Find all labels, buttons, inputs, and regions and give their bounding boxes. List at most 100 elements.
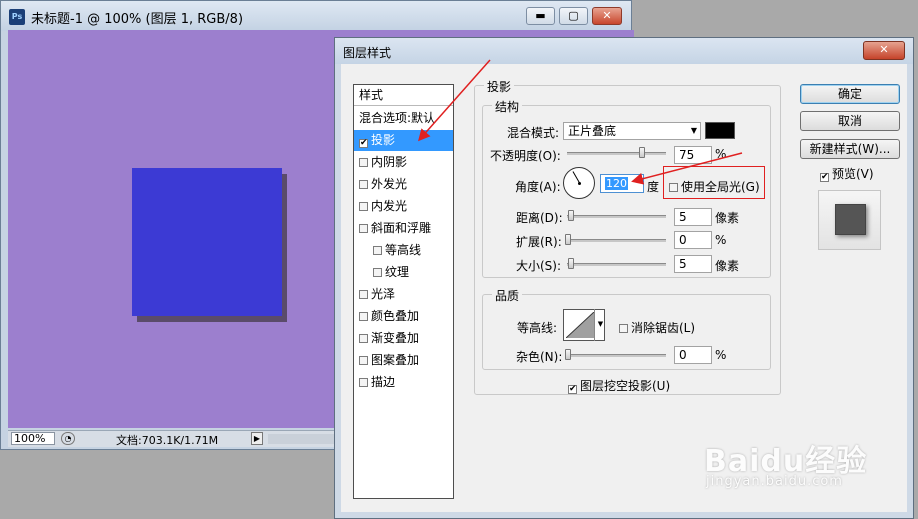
style-item-inner-shadow[interactable]: 内阴影 xyxy=(354,152,453,173)
contour-dropdown-chevron-icon[interactable]: ▼ xyxy=(594,309,606,341)
style-checkbox[interactable] xyxy=(359,180,368,189)
knockout-label: 图层挖空投影(U) xyxy=(580,379,671,393)
knockout-checkbox[interactable]: ✔ xyxy=(568,385,577,394)
shadow-color-swatch[interactable] xyxy=(705,122,735,139)
style-item-inner-glow[interactable]: 内发光 xyxy=(354,196,453,217)
style-item-label: 颜色叠加 xyxy=(371,309,420,323)
antialias-label: 消除锯齿(L) xyxy=(631,321,696,335)
style-item-label: 光泽 xyxy=(371,287,396,301)
style-item-label: 内阴影 xyxy=(371,155,408,169)
noise-label: 杂色(N): xyxy=(516,350,563,364)
style-preview-thumbnail xyxy=(818,190,881,250)
style-item-label: 内发光 xyxy=(371,199,408,213)
style-item-pattern-overlay[interactable]: 图案叠加 xyxy=(354,350,453,371)
close-button[interactable]: ✕ xyxy=(592,7,622,25)
highlight-box xyxy=(663,166,765,199)
style-item-label: 纹理 xyxy=(385,265,410,279)
angle-label: 角度(A): xyxy=(515,180,561,194)
style-checkbox[interactable] xyxy=(359,224,368,233)
size-unit: 像素 xyxy=(715,259,740,273)
spread-input[interactable]: 0 xyxy=(674,231,712,249)
preview-label: 预览(V) xyxy=(832,167,874,181)
blend-mode-value: 正片叠底 xyxy=(568,124,617,138)
new-style-button[interactable]: 新建样式(W)... xyxy=(800,139,900,159)
document-title: 未标题-1 @ 100% (图层 1, RGB/8) xyxy=(31,12,244,27)
status-info-icon[interactable]: ◔ xyxy=(61,432,75,445)
opacity-slider[interactable] xyxy=(567,152,666,155)
horizontal-scrollbar[interactable] xyxy=(268,434,338,444)
style-item-satin[interactable]: 光泽 xyxy=(354,284,453,305)
angle-input[interactable]: 120 xyxy=(600,174,644,193)
distance-unit: 像素 xyxy=(715,211,740,225)
noise-slider[interactable] xyxy=(567,354,666,357)
knockout-option[interactable]: ✔ 图层挖空投影(U) xyxy=(568,377,670,394)
style-checkbox[interactable] xyxy=(359,158,368,167)
style-item-label: 描边 xyxy=(371,375,396,389)
style-item-color-overlay[interactable]: 颜色叠加 xyxy=(354,306,453,327)
style-item-stroke[interactable]: 描边 xyxy=(354,372,453,393)
angle-dial[interactable] xyxy=(563,167,595,199)
styles-list: 样式 混合选项:默认 ✔ 投影 内阴影 外发光 内发光 斜面和浮雕 等高线 纹理 … xyxy=(353,84,454,499)
preview-option[interactable]: ✔ 预览(V) xyxy=(820,165,874,182)
style-item-label: 斜面和浮雕 xyxy=(371,221,432,235)
styles-list-header[interactable]: 样式 xyxy=(354,85,453,106)
opacity-slider-thumb[interactable] xyxy=(639,147,645,158)
opacity-label: 不透明度(O): xyxy=(490,149,561,163)
style-item-bevel-emboss[interactable]: 斜面和浮雕 xyxy=(354,218,453,239)
style-checkbox[interactable] xyxy=(359,312,368,321)
distance-label: 距离(D): xyxy=(516,211,563,225)
size-slider[interactable] xyxy=(567,263,666,266)
distance-slider-thumb[interactable] xyxy=(568,210,574,221)
status-menu-arrow-icon[interactable]: ▶ xyxy=(251,432,263,445)
style-checkbox[interactable] xyxy=(359,356,368,365)
dialog-close-button[interactable]: ✕ xyxy=(863,41,905,60)
blue-square-layer[interactable] xyxy=(132,168,282,316)
style-item-label: 外发光 xyxy=(371,177,408,191)
contour-curve-icon xyxy=(566,312,594,338)
blend-mode-select[interactable]: 正片叠底 ▼ xyxy=(563,122,701,140)
angle-unit: 度 xyxy=(647,180,660,194)
maximize-button[interactable]: ▢ xyxy=(559,7,588,25)
angle-dial-hub xyxy=(578,182,581,185)
style-item-texture[interactable]: 纹理 xyxy=(354,262,453,283)
drop-shadow-section-title: 投影 xyxy=(484,78,515,95)
document-titlebar[interactable]: Ps 未标题-1 @ 100% (图层 1, RGB/8) ▬ ▢ ✕ xyxy=(1,1,631,31)
style-checkbox[interactable] xyxy=(373,246,382,255)
antialias-option[interactable]: 消除锯齿(L) xyxy=(619,319,695,336)
minimize-button[interactable]: ▬ xyxy=(526,7,555,25)
noise-input[interactable]: 0 xyxy=(674,346,712,364)
document-size-info: 文档:703.1K/1.71M xyxy=(116,434,219,447)
watermark-url: jingyan.baidu.com xyxy=(706,474,843,489)
size-input[interactable]: 5 xyxy=(674,255,712,273)
style-checkbox[interactable] xyxy=(373,268,382,277)
dialog-titlebar[interactable]: 图层样式 ✕ xyxy=(335,38,913,64)
style-item-outer-glow[interactable]: 外发光 xyxy=(354,174,453,195)
preview-checkbox[interactable]: ✔ xyxy=(820,173,829,182)
cancel-button[interactable]: 取消 xyxy=(800,111,900,131)
spread-unit: % xyxy=(715,233,727,247)
ok-button[interactable]: 确定 xyxy=(800,84,900,104)
style-checkbox[interactable] xyxy=(359,290,368,299)
opacity-input[interactable]: 75 xyxy=(674,146,712,164)
style-checkbox[interactable] xyxy=(359,202,368,211)
style-checkbox[interactable]: ✔ xyxy=(359,139,368,148)
spread-slider[interactable] xyxy=(567,239,666,242)
photoshop-icon: Ps xyxy=(9,9,25,25)
blend-options-item[interactable]: 混合选项:默认 xyxy=(354,108,453,129)
size-slider-thumb[interactable] xyxy=(568,258,574,269)
structure-title: 结构 xyxy=(492,98,523,115)
distance-slider[interactable] xyxy=(567,215,666,218)
quality-title: 品质 xyxy=(492,287,523,304)
style-item-drop-shadow[interactable]: ✔ 投影 xyxy=(354,130,453,151)
zoom-field[interactable]: 100% xyxy=(11,432,55,445)
baidu-jingyan-watermark: Baidu经验 jingyan.baidu.com xyxy=(704,436,867,489)
distance-input[interactable]: 5 xyxy=(674,208,712,226)
size-label: 大小(S): xyxy=(516,259,562,273)
style-checkbox[interactable] xyxy=(359,334,368,343)
style-item-gradient-overlay[interactable]: 渐变叠加 xyxy=(354,328,453,349)
spread-slider-thumb[interactable] xyxy=(565,234,571,245)
antialias-checkbox[interactable] xyxy=(619,324,628,333)
noise-slider-thumb[interactable] xyxy=(565,349,571,360)
style-checkbox[interactable] xyxy=(359,378,368,387)
style-item-contour[interactable]: 等高线 xyxy=(354,240,453,261)
